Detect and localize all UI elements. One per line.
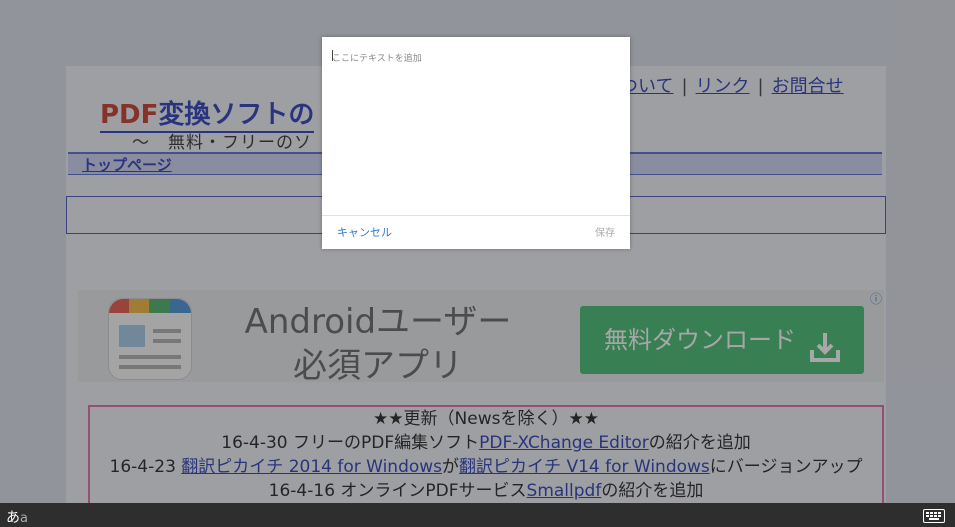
ime-hiragana: あ [6,510,20,526]
text-input[interactable]: ここにテキストを追加 [332,51,422,64]
ime-mode-toggle[interactable]: あa [6,507,28,527]
dialog-divider [322,215,630,216]
keyboard-bar: あa [0,503,955,527]
add-text-dialog: ここにテキストを追加 キャンセル 保存 [322,37,630,249]
cancel-button[interactable]: キャンセル [337,224,392,240]
keyboard-icon[interactable] [923,509,945,523]
save-button[interactable]: 保存 [595,224,615,239]
ime-latin: a [20,511,28,526]
